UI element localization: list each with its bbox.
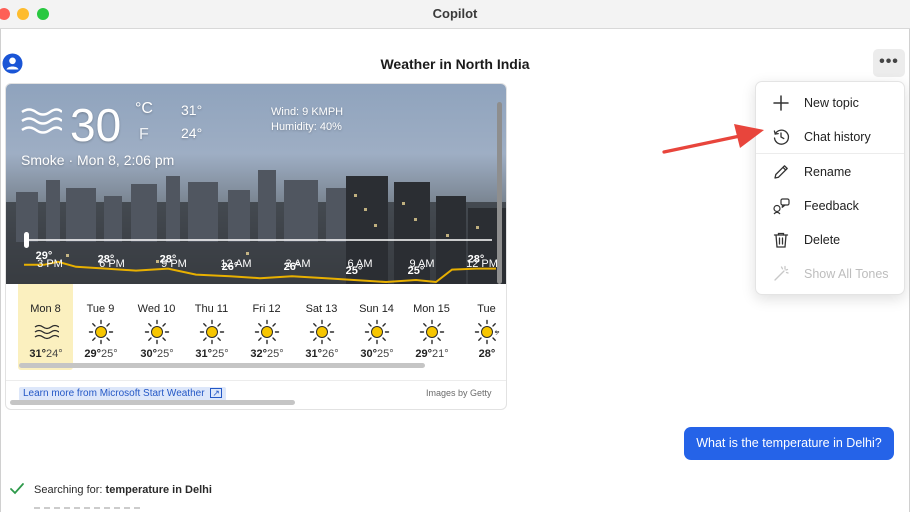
forecast-day[interactable]: Tue 9 29°25° [73, 284, 128, 370]
external-link-icon: ↗ [210, 388, 222, 398]
window-title: Copilot [432, 6, 478, 21]
hourly-time-label: 9 PM [161, 258, 187, 270]
title-bar: Copilot [0, 0, 910, 29]
pencil-icon [772, 163, 790, 181]
weather-hero: 30 °C F 31° 24° Wind: 9 KMPH Humidity: 4… [6, 84, 506, 284]
user-avatar-icon[interactable] [2, 53, 23, 74]
forecast-day-label: Fri 12 [252, 303, 281, 315]
history-icon [772, 128, 790, 146]
timeline-slider-handle[interactable] [24, 232, 29, 248]
chat-title: Weather in North India [380, 56, 530, 72]
forecast-day[interactable]: Mon 8 31°24° [18, 284, 73, 370]
menu-item-new-topic[interactable]: New topic [756, 86, 904, 118]
sun-icon [144, 319, 170, 345]
chevron-right-icon[interactable]: › [495, 325, 499, 339]
forecast-day-label: Tue 9 [86, 303, 115, 315]
checkmark-icon [10, 483, 24, 495]
forecast-day[interactable]: Sat 13 31°26° [294, 284, 349, 370]
card-horizontal-scrollbar[interactable] [10, 400, 295, 405]
menu-item-label: Show All Tones [804, 267, 889, 281]
forecast-day-label: Wed 10 [137, 303, 176, 315]
magic-wand-icon [772, 265, 790, 283]
forecast-day-temps: 31°26° [305, 348, 339, 360]
red-annotation-arrow [662, 124, 764, 154]
forecast-day-temps: 29°21° [415, 348, 449, 360]
fahrenheit-toggle[interactable]: F [139, 126, 149, 144]
hourly-time-label: 12 AM [220, 258, 251, 270]
forecast-day[interactable]: Mon 15 29°21° [404, 284, 459, 370]
hourly-time-label: 6 AM [347, 258, 372, 270]
forecast-day-label: Tue [477, 303, 496, 315]
current-temperature: 30 [70, 99, 122, 151]
sun-icon [419, 319, 445, 345]
sun-icon [199, 319, 225, 345]
forecast-day-label: Thu 11 [194, 303, 229, 315]
forecast-day[interactable]: Thu 11 31°25° [184, 284, 239, 370]
sun-icon [88, 319, 114, 345]
hourly-time-label: 12 PM [466, 258, 498, 270]
celsius-toggle[interactable]: °C [135, 100, 153, 118]
wind-speed: Wind: 9 KMPH [271, 106, 344, 118]
search-status-query: temperature in Delhi [105, 484, 212, 496]
forecast-day-temps: 30°25° [140, 348, 174, 360]
menu-item-label: Rename [804, 165, 852, 179]
feedback-icon [772, 197, 790, 215]
menu-item-label: Feedback [804, 199, 859, 213]
hourly-time-label: 3 AM [285, 258, 310, 270]
search-status-prefix: Searching for: [34, 484, 106, 496]
card-vertical-scrollbar[interactable] [497, 102, 502, 284]
forecast-day[interactable]: Tue 28° [459, 284, 506, 370]
hourly-time-label: 3 PM [37, 258, 63, 270]
sun-icon [364, 319, 390, 345]
sun-icon [254, 319, 280, 345]
ellipsis-icon: ••• [879, 53, 899, 70]
hourly-time-label: 9 AM [409, 258, 434, 270]
user-message-bubble[interactable]: What is the temperature in Delhi? [684, 427, 894, 460]
menu-item-label: Chat history [804, 130, 871, 144]
forecast-day[interactable]: Wed 10 30°25° [129, 284, 184, 370]
menu-item-delete[interactable]: Delete [756, 223, 904, 255]
hourly-temperature-chart: 29° 28° 28°26° 26° 25° 25°28°3 PM 6 PM 9 PM 12 A… [24, 232, 498, 284]
forecast-horizontal-scrollbar[interactable] [19, 363, 425, 368]
image-credit: Images by Getty [426, 388, 492, 398]
forecast-day-label: Mon 15 [413, 303, 450, 315]
smoke-icon [33, 319, 60, 345]
menu-item-label: Delete [804, 233, 841, 247]
menu-item-label: New topic [804, 96, 859, 110]
learn-more-label: Learn more from Microsoft Start Weather [23, 388, 205, 399]
smoke-icon [21, 108, 62, 134]
window-left-edge [0, 29, 1, 512]
search-status: Searching for: temperature in Delhi [34, 484, 212, 496]
menu-item-rename[interactable]: Rename [756, 155, 904, 187]
learn-more-link[interactable]: Learn more from Microsoft Start Weather … [19, 387, 226, 401]
more-options-menu: New topic Chat history Rename Feedback Delet… [755, 81, 905, 295]
sun-icon [309, 319, 335, 345]
today-high: 31° [181, 102, 203, 118]
forecast-day[interactable]: Sun 14 30°25° [349, 284, 404, 370]
forecast-day[interactable]: Fri 12 32°25° [239, 284, 294, 370]
forecast-day-label: Sat 13 [305, 303, 338, 315]
menu-item-show-all-tones: Show All Tones [756, 257, 904, 289]
forecast-day-temps: 31°24° [29, 348, 63, 360]
menu-divider [756, 153, 904, 154]
forecast-day-temps: 28° [478, 348, 496, 360]
menu-item-feedback[interactable]: Feedback [756, 189, 904, 221]
forecast-day-temps: 29°25° [84, 348, 118, 360]
menu-item-chat-history[interactable]: Chat history [756, 120, 904, 152]
more-options-button[interactable]: ••• [873, 49, 905, 77]
humidity: Humidity: 40% [271, 121, 342, 133]
condition-and-time: Smoke · Mon 8, 2:06 pm [21, 152, 175, 168]
weather-card: 30 °C F 31° 24° Wind: 9 KMPH Humidity: 4… [5, 83, 507, 410]
forecast-day-temps: 30°25° [360, 348, 394, 360]
forecast-day-label: Mon 8 [30, 303, 61, 315]
today-low: 24° [181, 125, 203, 141]
trash-icon [772, 231, 790, 249]
forecast-day-label: Sun 14 [359, 303, 394, 315]
hourly-time-label: 6 PM [99, 258, 125, 270]
forecast-day-temps: 31°25° [195, 348, 229, 360]
forecast-day-temps: 32°25° [250, 348, 284, 360]
plus-icon [772, 94, 790, 112]
progress-dots [34, 507, 144, 509]
